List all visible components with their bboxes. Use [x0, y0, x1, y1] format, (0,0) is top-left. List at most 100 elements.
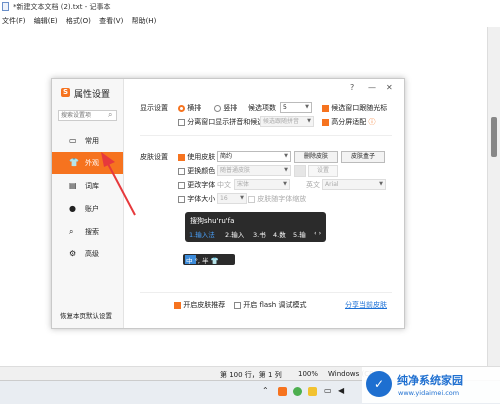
- cursor-position: 第 100 行，第 1 列: [220, 371, 282, 379]
- watermark-logo-icon: ✓: [366, 371, 392, 397]
- nav-item-advanced[interactable]: ⚙ 高级: [52, 243, 123, 265]
- tray-app-icon[interactable]: [308, 387, 317, 396]
- nav-item-search[interactable]: ⌕ 搜索: [52, 221, 123, 243]
- checkbox-checked-icon: [174, 301, 181, 309]
- notepad-icon: [2, 2, 9, 11]
- section-divider: [140, 135, 392, 136]
- separate-mode-select[interactable]: 候选跟随拼音 ▼: [260, 116, 314, 127]
- menu-edit[interactable]: 编辑(E): [34, 17, 58, 25]
- use-skin-checkbox[interactable]: 使用皮肤: [178, 152, 215, 162]
- scrollbar-thumb[interactable]: [491, 117, 497, 157]
- chevron-down-icon: ▼: [284, 167, 288, 173]
- checkbox-icon: [178, 118, 185, 126]
- font-size-select[interactable]: 16 ▼: [217, 193, 247, 204]
- english-font-label: 英文: [306, 181, 320, 189]
- chevron-down-icon: ▼: [240, 195, 244, 201]
- flash-debug-checkbox[interactable]: 开启 flash 调试模式: [234, 300, 306, 310]
- horizontal-radio[interactable]: 横排: [178, 103, 201, 113]
- chinese-font-label: 中文: [217, 181, 231, 189]
- chevron-down-icon: ▼: [379, 181, 383, 187]
- color-select[interactable]: 随普通皮肤 ▼: [217, 165, 291, 176]
- help-button[interactable]: ?: [350, 83, 354, 92]
- tray-app-icon[interactable]: [293, 387, 302, 396]
- ime-status-text: 中 °, 半 👕: [186, 257, 219, 265]
- menu-help[interactable]: 帮助(H): [132, 17, 157, 25]
- ime-candidate-4: 4.数: [273, 231, 286, 239]
- book-icon: ▤: [69, 181, 77, 190]
- watermark-brand: 纯净系统家园: [397, 374, 463, 387]
- volume-icon[interactable]: ◀: [338, 386, 344, 395]
- nav-label: 搜索: [85, 228, 99, 236]
- sogou-logo-icon: S: [61, 88, 70, 97]
- tray-up-icon[interactable]: ⌃: [262, 386, 269, 395]
- info-icon: ⓘ: [368, 118, 376, 126]
- chevron-down-icon: ▼: [307, 118, 311, 124]
- nav-item-common[interactable]: ▭ 常用: [52, 130, 123, 152]
- follow-cursor-checkbox[interactable]: 候选窗口跟随光标: [322, 103, 387, 113]
- chinese-font-select[interactable]: 宋体 ▼: [234, 179, 290, 190]
- tray-app-icon[interactable]: [278, 387, 287, 396]
- delete-skin-button[interactable]: 删除皮肤: [294, 151, 338, 163]
- ime-candidate-3: 3.书: [253, 231, 266, 239]
- search-icon: ⌕: [69, 227, 74, 236]
- chevron-down-icon: ▼: [283, 181, 287, 187]
- search-icon: ⌕: [108, 110, 113, 119]
- red-arrow-annotation: [101, 152, 136, 216]
- ime-preview: 搜狗shu'ru'fa 1.输入法 2.输入 3.书 4.数 5.输 ‹ ›: [185, 212, 326, 242]
- checkbox-icon: [248, 195, 255, 203]
- skin-recommend-checkbox[interactable]: 开启皮肤推荐: [174, 300, 225, 310]
- notepad-title: *新建文本文档 (2).txt - 记事本: [13, 3, 111, 11]
- nav-label: 高级: [85, 250, 99, 258]
- font-size-checkbox[interactable]: 字体大小: [178, 194, 215, 204]
- shirt-icon: 👕: [69, 158, 79, 167]
- change-color-checkbox[interactable]: 更换颜色: [178, 166, 215, 176]
- nav-label: 常用: [85, 137, 99, 145]
- minimize-button[interactable]: —: [368, 83, 376, 92]
- checkbox-icon: [178, 167, 185, 175]
- radio-selected-icon: [178, 104, 185, 112]
- reset-page-button[interactable]: 恢复本页默认设置: [60, 310, 112, 320]
- checkbox-checked-icon: [178, 153, 185, 161]
- candidate-count-select[interactable]: 5 ▼: [280, 102, 312, 113]
- watermark-url: www.yidaimei.com: [398, 389, 460, 397]
- color-swatch[interactable]: [294, 165, 306, 177]
- checkbox-checked-icon: [322, 104, 329, 112]
- checkbox-icon: [178, 181, 185, 189]
- skin-box-button[interactable]: 皮肤盒子: [341, 151, 385, 163]
- close-button[interactable]: ✕: [386, 83, 393, 92]
- page-arrows-icon: ‹ ›: [314, 229, 322, 237]
- english-font-select[interactable]: Arial ▼: [322, 179, 386, 190]
- checkbox-checked-icon: [322, 118, 329, 126]
- color-settings-button[interactable]: 设置: [308, 165, 338, 177]
- zoom-level: 100%: [298, 370, 319, 378]
- watermark: ✓ 纯净系统家园 www.yidaimei.com: [362, 367, 500, 403]
- menu-format[interactable]: 格式(O): [66, 17, 91, 25]
- ime-candidate-2: 2.输入: [225, 231, 245, 239]
- chevron-down-icon: ▼: [284, 153, 288, 159]
- scale-with-skin-checkbox[interactable]: 皮肤随字体缩放: [248, 194, 306, 204]
- checkbox-icon: [178, 195, 185, 203]
- chevron-down-icon: ▼: [305, 104, 309, 110]
- menu-view[interactable]: 查看(V): [99, 17, 123, 25]
- ime-status-bar: 中 °, 半 👕: [183, 254, 235, 265]
- vertical-radio[interactable]: 竖排: [214, 103, 237, 113]
- ime-candidate-5: 5.输: [293, 231, 306, 239]
- display-settings-heading: 显示设置: [140, 104, 168, 112]
- notepad-titlebar: *新建文本文档 (2).txt - 记事本: [0, 0, 500, 14]
- radio-icon: [214, 104, 221, 112]
- network-icon[interactable]: ▭: [324, 386, 332, 395]
- ime-composition: 搜狗shu'ru'fa: [190, 217, 235, 225]
- menu-file[interactable]: 文件(F): [2, 17, 26, 25]
- notepad-menubar: 文件(F) 编辑(E) 格式(O) 查看(V) 帮助(H): [0, 14, 500, 27]
- change-font-checkbox[interactable]: 更改字体: [178, 180, 215, 190]
- person-icon: ●: [69, 204, 76, 213]
- dialog-title: 属性设置: [74, 90, 111, 100]
- gear-icon: ⚙: [69, 249, 77, 258]
- hidpi-checkbox[interactable]: 高分屏适配 ⓘ: [322, 117, 375, 127]
- checkbox-icon: [234, 301, 241, 309]
- share-skin-link[interactable]: 分享当前皮肤: [345, 300, 387, 310]
- separate-pinyin-checkbox[interactable]: 分离窗口显示拼音和候选: [178, 117, 264, 127]
- skin-select[interactable]: 简约 ▼: [217, 151, 291, 162]
- vertical-scrollbar[interactable]: [487, 27, 500, 370]
- ime-candidate-1: 1.输入法: [189, 231, 215, 239]
